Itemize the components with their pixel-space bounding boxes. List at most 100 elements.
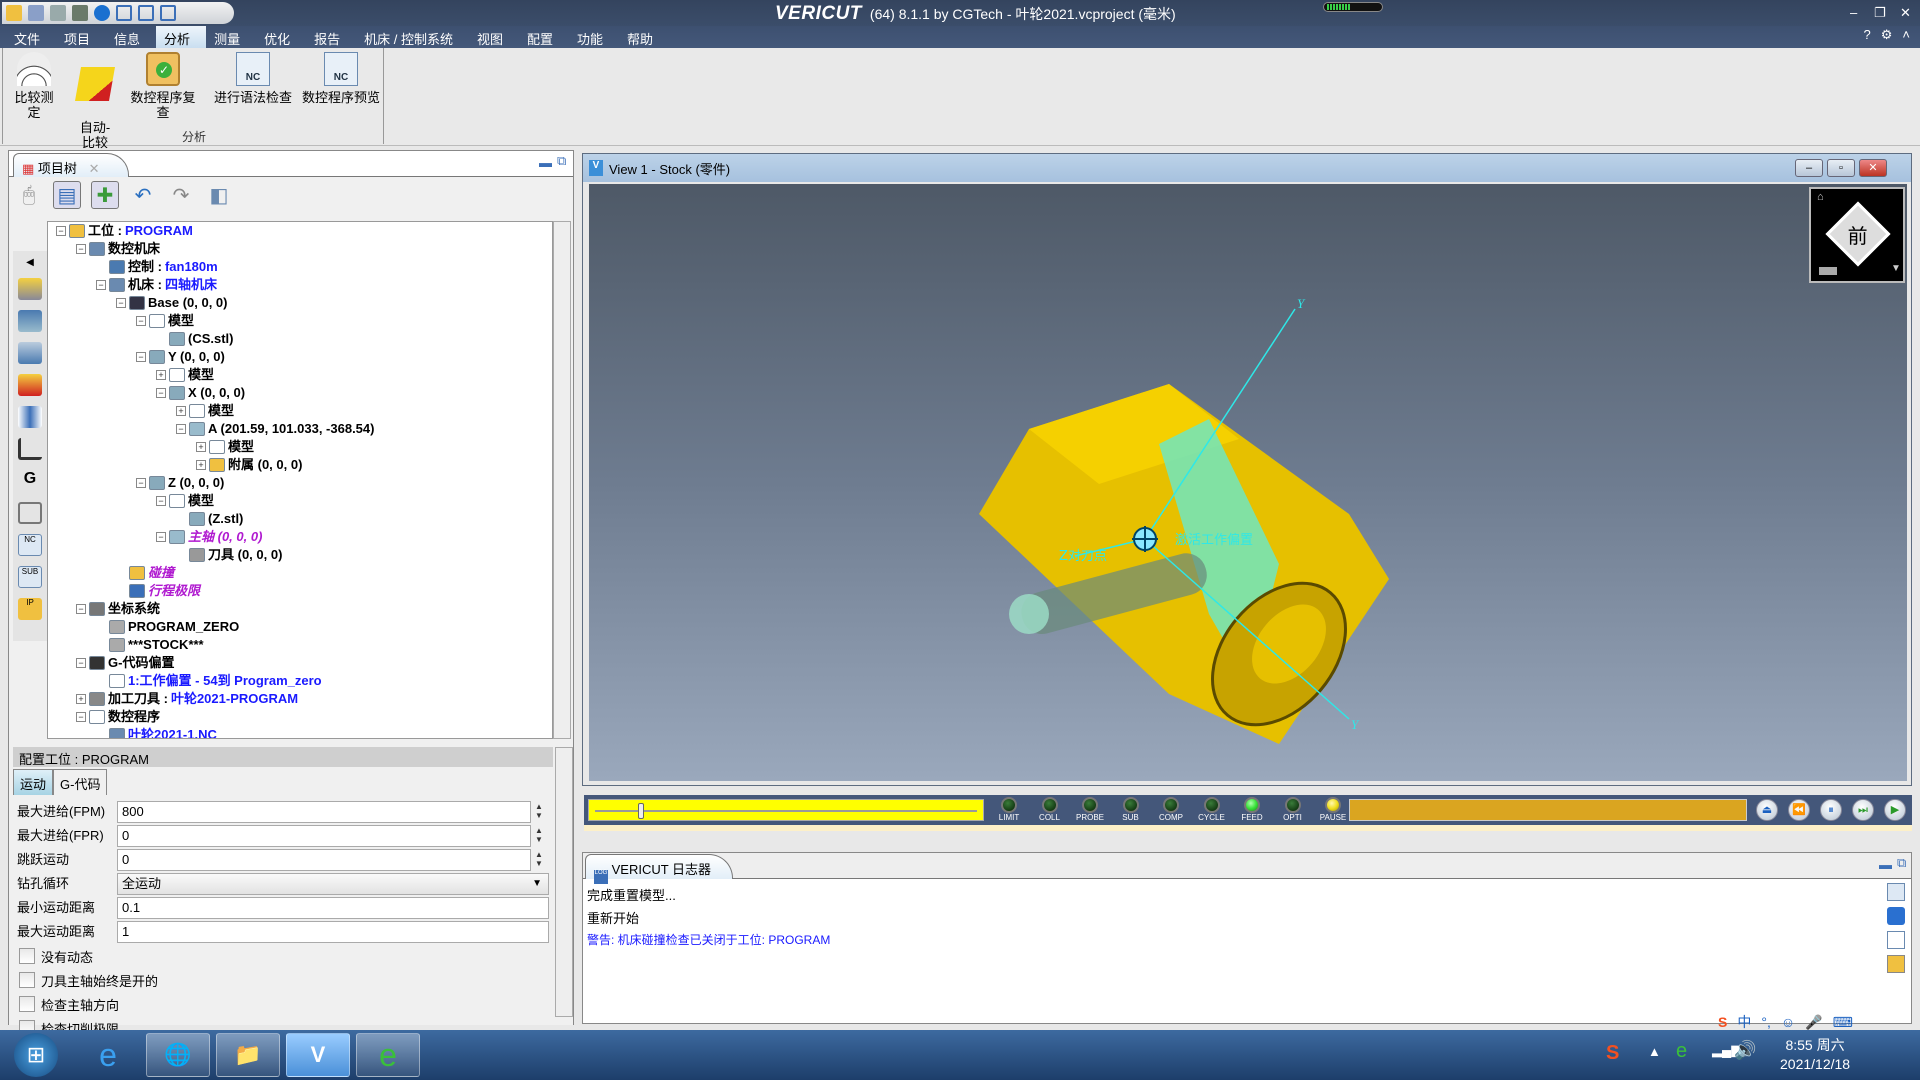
ip-folder-icon[interactable]: IP (18, 598, 42, 620)
browser-icon[interactable]: e (356, 1033, 420, 1077)
tree-node[interactable]: − 数控程序 (76, 708, 160, 726)
tree-node[interactable]: − G-代码偏置 (76, 654, 174, 672)
expand-node-icon[interactable]: + (156, 370, 166, 380)
file-explorer-icon[interactable]: 📁 (216, 1033, 280, 1077)
tree-node[interactable]: − 模型 (156, 492, 214, 510)
float-log-icon[interactable]: ⧉ (1897, 855, 1906, 871)
nc-program-review-button[interactable]: ✓ 数控程序复查 (125, 52, 201, 120)
menu-measure[interactable]: 测量 (206, 26, 256, 48)
open-project-icon[interactable] (6, 5, 22, 21)
tree-node[interactable]: 行程极限 (116, 582, 200, 600)
tree-node[interactable]: − Z (0, 0, 0) (136, 474, 224, 492)
redo-icon[interactable]: ↷ (167, 181, 195, 209)
collapse-node-icon[interactable]: − (136, 352, 146, 362)
expand-node-icon[interactable]: + (196, 442, 206, 452)
compare-measure-button[interactable]: 比较测定 (9, 52, 59, 120)
minimize-log-icon[interactable]: ▬ (1879, 857, 1892, 872)
menu-project[interactable]: 项目 (56, 26, 106, 48)
save-project-icon[interactable] (28, 5, 44, 21)
tree-node[interactable]: 刀具 (0, 0, 0) (176, 546, 282, 564)
home-view-icon[interactable]: ⌂ (1817, 191, 1824, 203)
tree-scrollbar[interactable] (553, 221, 571, 739)
quantity-stepper[interactable]: ▲ ▼ (532, 802, 546, 822)
menu-machine-control[interactable]: 机床 / 控制系统 (356, 26, 469, 48)
ime-keyboard-icon[interactable]: ⌨ (1833, 1014, 1853, 1031)
setup-icon[interactable] (18, 278, 42, 300)
tree-node[interactable]: + 模型 (156, 366, 214, 384)
config-input[interactable]: 800 (117, 801, 531, 823)
view-close-button[interactable]: ✕ (1859, 159, 1887, 177)
pause-icon[interactable]: ⏸ (1820, 799, 1842, 821)
internet-explorer-icon[interactable]: e (76, 1033, 140, 1077)
system-clock[interactable]: 8:55 周六 2021/12/18 (1780, 1036, 1850, 1074)
3d-viewport[interactable]: Y Y Z对刀点 激活工作偏置 ⌂ 前 ▼ (589, 184, 1907, 781)
collapse-node-icon[interactable]: − (176, 424, 186, 434)
collapse-ribbon-icon[interactable]: ˄ (1902, 27, 1910, 43)
tree-node[interactable]: − 模型 (136, 312, 194, 330)
volume-icon[interactable]: 🔊 (1734, 1040, 1756, 1061)
mouse-icon[interactable]: 🖱 (15, 181, 43, 209)
layout-vertical-split-icon[interactable] (138, 5, 154, 21)
config-input[interactable]: 0 (117, 825, 531, 847)
gear-icon[interactable]: ⚙ (1881, 27, 1893, 43)
nc-program-preview-button[interactable]: NC 数控程序预览 (301, 52, 381, 105)
nc-program-icon[interactable]: NC (18, 534, 42, 556)
menu-config[interactable]: 配置 (519, 26, 569, 48)
collapse-node-icon[interactable]: − (76, 712, 86, 722)
tab-project-tree[interactable]: ▦ 项目树 ✕ (13, 153, 129, 177)
travel-limit-icon[interactable] (18, 406, 42, 428)
tree-node[interactable]: (Z.stl) (176, 510, 243, 528)
sogou-ime-icon[interactable]: S (1718, 1014, 1727, 1030)
info-icon[interactable] (94, 5, 110, 21)
tree-node[interactable]: (CS.stl) (156, 330, 234, 348)
quantity-stepper[interactable]: ▲ ▼ (532, 850, 546, 870)
checkbox-box[interactable] (19, 948, 35, 964)
chevron-down-icon[interactable]: ▼ (532, 874, 542, 894)
tree-node[interactable]: 碰撞 (116, 564, 174, 582)
collapse-node-icon[interactable]: − (76, 244, 86, 254)
ime-punctuation[interactable]: °, (1761, 1014, 1771, 1030)
collapse-node-icon[interactable]: − (136, 316, 146, 326)
tab-vericut-logger[interactable]: LOG VERICUT 日志器 (585, 854, 733, 884)
log-clear-icon[interactable] (1887, 955, 1905, 973)
add-component-icon[interactable]: ✚ (91, 181, 119, 209)
tree-node[interactable]: − 工位 : PROGRAM (56, 222, 193, 240)
minimize-button[interactable]: – (1850, 5, 1857, 20)
menu-info[interactable]: 信息 (106, 26, 156, 48)
tray-browser-icon[interactable]: e (1676, 1040, 1687, 1063)
tree-node[interactable]: − Base (0, 0, 0) (116, 294, 228, 312)
menu-view[interactable]: 视图 (469, 26, 519, 48)
log-filter-icon[interactable] (1887, 931, 1905, 949)
vericut-icon[interactable]: V (286, 1033, 350, 1077)
config-view-icon[interactable]: ▤ (53, 181, 81, 209)
layout-horizontal-split-icon[interactable] (160, 5, 176, 21)
float-panel-icon[interactable]: ⧉ (557, 153, 566, 169)
control-icon[interactable] (18, 310, 42, 332)
tree-node[interactable]: − Y (0, 0, 0) (136, 348, 225, 366)
tree-node[interactable]: 控制 : fan180m (96, 258, 218, 276)
close-tab-icon[interactable]: ✕ (89, 161, 100, 176)
collapse-node-icon[interactable]: − (96, 280, 106, 290)
collapse-node-icon[interactable]: − (76, 658, 86, 668)
menu-file[interactable]: 文件 (6, 26, 56, 48)
log-view-icon[interactable] (1887, 883, 1905, 901)
expand-node-icon[interactable]: + (76, 694, 86, 704)
checkbox-box[interactable] (19, 996, 35, 1012)
tab-motion[interactable]: 运动 (13, 769, 54, 795)
menu-help[interactable]: 帮助 (619, 26, 669, 48)
view-maximize-button[interactable]: ▫ (1827, 159, 1855, 177)
tree-node[interactable]: + 加工刀具 : 叶轮2021-PROGRAM (76, 690, 298, 708)
config-scrollbar[interactable] (555, 747, 573, 1017)
tree-node[interactable]: − 主轴 (0, 0, 0) (156, 528, 262, 546)
tree-node[interactable]: − A (201.59, 101.033, -368.54) (176, 420, 374, 438)
config-dropdown[interactable]: 全运动 ▼ (117, 873, 549, 895)
tree-node[interactable]: PROGRAM_ZERO (96, 618, 239, 636)
menu-functions[interactable]: 功能 (569, 26, 619, 48)
collapse-node-icon[interactable]: − (116, 298, 126, 308)
subroutine-icon[interactable]: SUB (18, 566, 42, 588)
syntax-check-button[interactable]: NC 进行语法检查 (213, 52, 293, 105)
ime-language[interactable]: 中 (1737, 1012, 1751, 1032)
log-shield-icon[interactable] (1887, 907, 1905, 925)
tree-node[interactable]: + 模型 (176, 402, 234, 420)
tree-node[interactable]: − X (0, 0, 0) (156, 384, 245, 402)
